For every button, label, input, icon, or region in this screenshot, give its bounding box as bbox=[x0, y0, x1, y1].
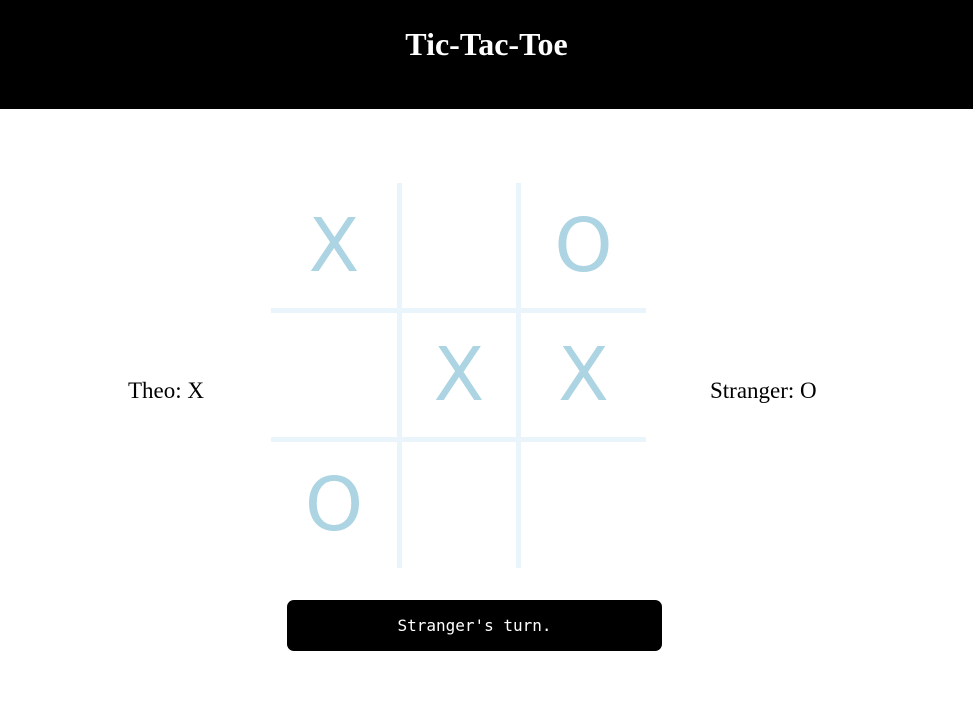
header-bar: Tic-Tac-Toe bbox=[0, 0, 973, 109]
status-text: Stranger's turn. bbox=[397, 616, 552, 635]
board-cell-6[interactable]: O bbox=[271, 442, 397, 568]
board-cell-8[interactable] bbox=[521, 442, 646, 568]
board-cell-7[interactable] bbox=[402, 442, 516, 568]
status-bar: Stranger's turn. bbox=[287, 600, 662, 651]
board-cell-4[interactable]: X bbox=[402, 313, 516, 437]
page-title: Tic-Tac-Toe bbox=[405, 26, 568, 62]
board-cell-3[interactable] bbox=[271, 313, 397, 437]
board-cell-0[interactable]: X bbox=[271, 183, 397, 308]
player-x-label: Theo: X bbox=[128, 378, 205, 403]
board-cell-2[interactable]: O bbox=[521, 183, 646, 308]
game-board: X O X X O bbox=[271, 183, 646, 568]
player-o-label: Stranger: O bbox=[710, 378, 817, 403]
board-cell-5[interactable]: X bbox=[521, 313, 646, 437]
board-cell-1[interactable] bbox=[402, 183, 516, 308]
